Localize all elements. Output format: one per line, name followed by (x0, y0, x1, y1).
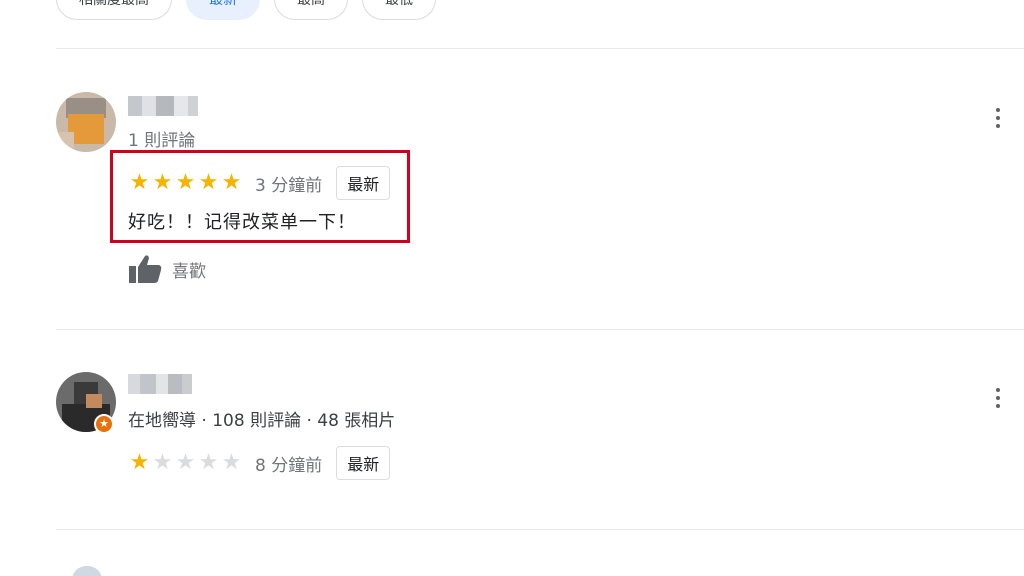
rating-row: ★ ★ ★ ★ ★ 8 分鐘前 最新 (128, 446, 391, 480)
reviewer-name-blurred[interactable] (128, 374, 192, 394)
chip-newest[interactable]: 最新 (186, 0, 260, 20)
more-vert-icon (996, 108, 1000, 112)
divider (56, 329, 1024, 330)
more-options-button[interactable] (990, 386, 1006, 410)
avatar[interactable] (72, 566, 102, 576)
star-rating: ★ ★ ★ ★ ★ (128, 452, 243, 474)
like-label: 喜歡 (172, 261, 206, 282)
like-button[interactable]: 喜歡 (128, 254, 206, 284)
sort-chips: 相關度最高 最新 最高 最低 (56, 0, 436, 20)
more-options-button[interactable] (990, 106, 1006, 130)
chip-highest[interactable]: 最高 (274, 0, 348, 20)
reviewer-name-blurred[interactable] (128, 96, 198, 116)
star-empty-icon: ★ (175, 450, 196, 475)
more-vert-icon (996, 388, 1000, 392)
star-filled-icon: ★ (129, 450, 150, 475)
star-empty-icon: ★ (198, 450, 219, 475)
reviewer-meta: 在地嚮導 · 108 則評論 · 48 張相片 (128, 411, 396, 431)
reviewer-meta: 1 則評論 (128, 131, 196, 151)
divider (56, 48, 1024, 49)
new-badge: 最新 (336, 446, 391, 480)
divider (56, 529, 1024, 530)
chip-lowest[interactable]: 最低 (362, 0, 436, 20)
chip-most-relevant[interactable]: 相關度最高 (56, 0, 172, 20)
thumb-up-icon (129, 255, 162, 283)
highlight-box (110, 150, 410, 243)
review-time: 8 分鐘前 (255, 455, 323, 476)
star-empty-icon: ★ (221, 450, 242, 475)
avatar[interactable] (56, 92, 116, 152)
local-guide-star-icon: ★ (94, 414, 114, 434)
star-empty-icon: ★ (152, 450, 173, 475)
